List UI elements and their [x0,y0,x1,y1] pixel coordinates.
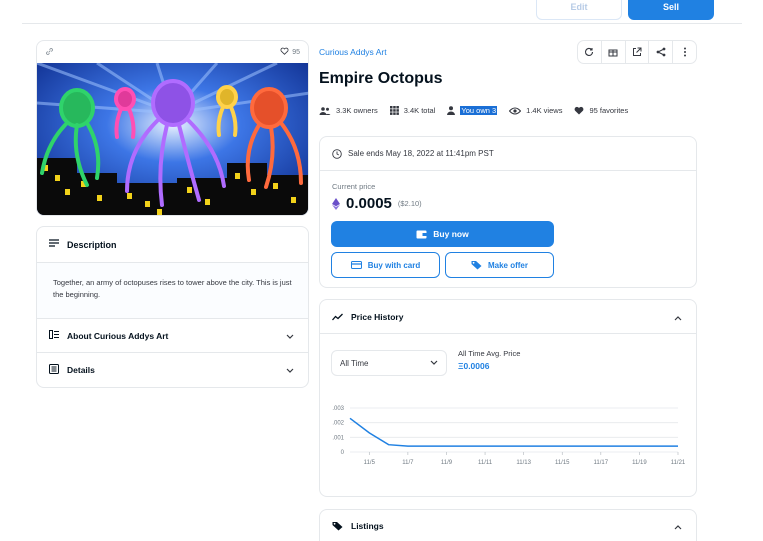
description-heading: Description [67,239,117,250]
refresh-button[interactable] [578,41,602,63]
chevron-up-icon [674,313,682,323]
collection-info-icon [49,330,59,341]
y-tick-label: .002 [332,421,344,427]
more-options-button[interactable] [673,41,696,63]
media-card: 95 [36,40,309,216]
credit-card-icon [350,261,362,269]
sale-countdown: Sale ends May 18, 2022 at 11:41pm PST [320,137,696,171]
description-text: Together, an army of octopuses rises to … [37,263,308,319]
media-header: 95 [37,41,308,63]
more-vertical-icon [683,47,686,57]
text-lines-icon [49,239,59,250]
item-stats: 3.3K owners 3.4K total You own 3 1.4K vi… [319,106,628,115]
buy-with-card-label: Buy with card [367,260,421,270]
sale-panel: Sale ends May 18, 2022 at 11:41pm PST Cu… [319,136,697,288]
tag-icon [471,261,482,270]
heart-icon [575,106,584,115]
chevron-up-icon [674,522,682,532]
wallet-icon [416,230,427,238]
x-tick-label: 11/21 [671,460,686,466]
favorites-count: 95 [292,48,300,56]
link-icon[interactable] [45,47,54,58]
details-grid-icon [49,364,59,376]
chevron-down-icon [286,366,294,376]
chevron-down-icon [430,360,438,365]
eye-icon [509,106,522,115]
avg-price-value: Ξ0.0006 [458,361,490,371]
total-count: 3.4K total [403,106,436,115]
y-tick-label: .001 [332,435,344,441]
favorites-stat[interactable]: 95 favorites [574,106,628,115]
trend-line-icon [332,313,343,320]
y-tick-label: 0 [341,450,345,456]
x-tick-label: 11/19 [632,460,647,466]
people-icon [319,106,331,115]
details-label: Details [67,365,95,375]
transfer-button[interactable] [602,41,626,63]
nft-image[interactable] [37,63,309,216]
current-price: 0.0005 [346,195,392,212]
price-history-chart[interactable]: .003 .002 .001 0 11/5 11/7 11/9 11/11 11/13 11/15… [320,396,697,472]
price-history-panel: Price History All Time All Time Avg. Pri… [319,299,697,497]
refresh-icon [585,47,594,56]
time-range-select[interactable]: All Time [331,350,447,376]
clock-icon [332,148,342,159]
tag-icon [332,522,343,531]
make-offer-button[interactable]: Make offer [445,252,554,278]
gift-icon [608,49,618,57]
listings-heading: Listings [351,521,384,531]
collection-link[interactable]: Curious Addys Art [319,47,387,57]
x-tick-label: 11/15 [555,460,570,466]
person-icon [447,106,456,115]
buy-with-card-button[interactable]: Buy with card [331,252,440,278]
ethereum-icon [332,197,340,210]
external-link-icon [632,47,642,56]
sale-end-text: Sale ends May 18, 2022 at 11:41pm PST [348,149,494,158]
avg-price-label: All Time Avg. Price [458,349,521,358]
you-own-stat[interactable]: You own 3 [447,106,498,115]
total-stat: 3.4K total [389,106,436,115]
about-collection-label: About Curious Addys Art [67,330,169,341]
x-tick-label: 11/17 [594,460,609,466]
share-icon [656,47,666,57]
price-row: 0.0005 ($2.10) [332,195,422,212]
item-action-group [577,40,697,64]
description-header[interactable]: Description [37,227,308,263]
you-own-count: You own 3 [460,106,498,115]
y-tick-label: .003 [332,406,344,412]
buy-now-label: Buy now [433,229,469,239]
grid-icon [389,106,399,115]
buy-now-button[interactable]: Buy now [331,221,554,247]
price-history-heading: Price History [351,311,404,322]
details-accordion[interactable]: Details [37,353,308,387]
owners-stat[interactable]: 3.3K owners [319,106,378,115]
price-usd: ($2.10) [397,199,422,208]
price-history-header[interactable]: Price History [320,300,696,334]
description-panel: Description Together, an army of octopus… [36,226,309,388]
listings-header[interactable]: Listings [320,510,696,541]
chevron-down-icon [286,332,294,342]
sell-button[interactable]: Sell [628,0,714,20]
item-title: Empire Octopus [319,70,443,87]
current-price-label: Current price [332,182,376,191]
make-offer-label: Make offer [487,260,528,270]
x-tick-label: 11/5 [364,460,376,466]
favorites-total: 95 favorites [589,106,629,115]
x-tick-label: 11/13 [516,460,531,466]
views-count: 1.4K views [526,106,563,115]
x-tick-label: 11/9 [441,460,453,466]
heart-outline-icon [280,47,289,57]
top-action-bar: Edit Sell [22,0,742,24]
open-external-button[interactable] [626,41,650,63]
favorite-toggle[interactable]: 95 [280,47,300,57]
about-collection-accordion[interactable]: About Curious Addys Art [37,319,308,353]
views-stat: 1.4K views [509,106,562,115]
time-range-value: All Time [340,358,369,368]
edit-button[interactable]: Edit [536,0,622,20]
listings-panel: Listings [319,509,697,541]
share-button[interactable] [649,41,674,63]
x-tick-label: 11/11 [478,460,493,466]
x-tick-label: 11/7 [402,460,414,466]
owners-count: 3.3K owners [336,106,378,115]
